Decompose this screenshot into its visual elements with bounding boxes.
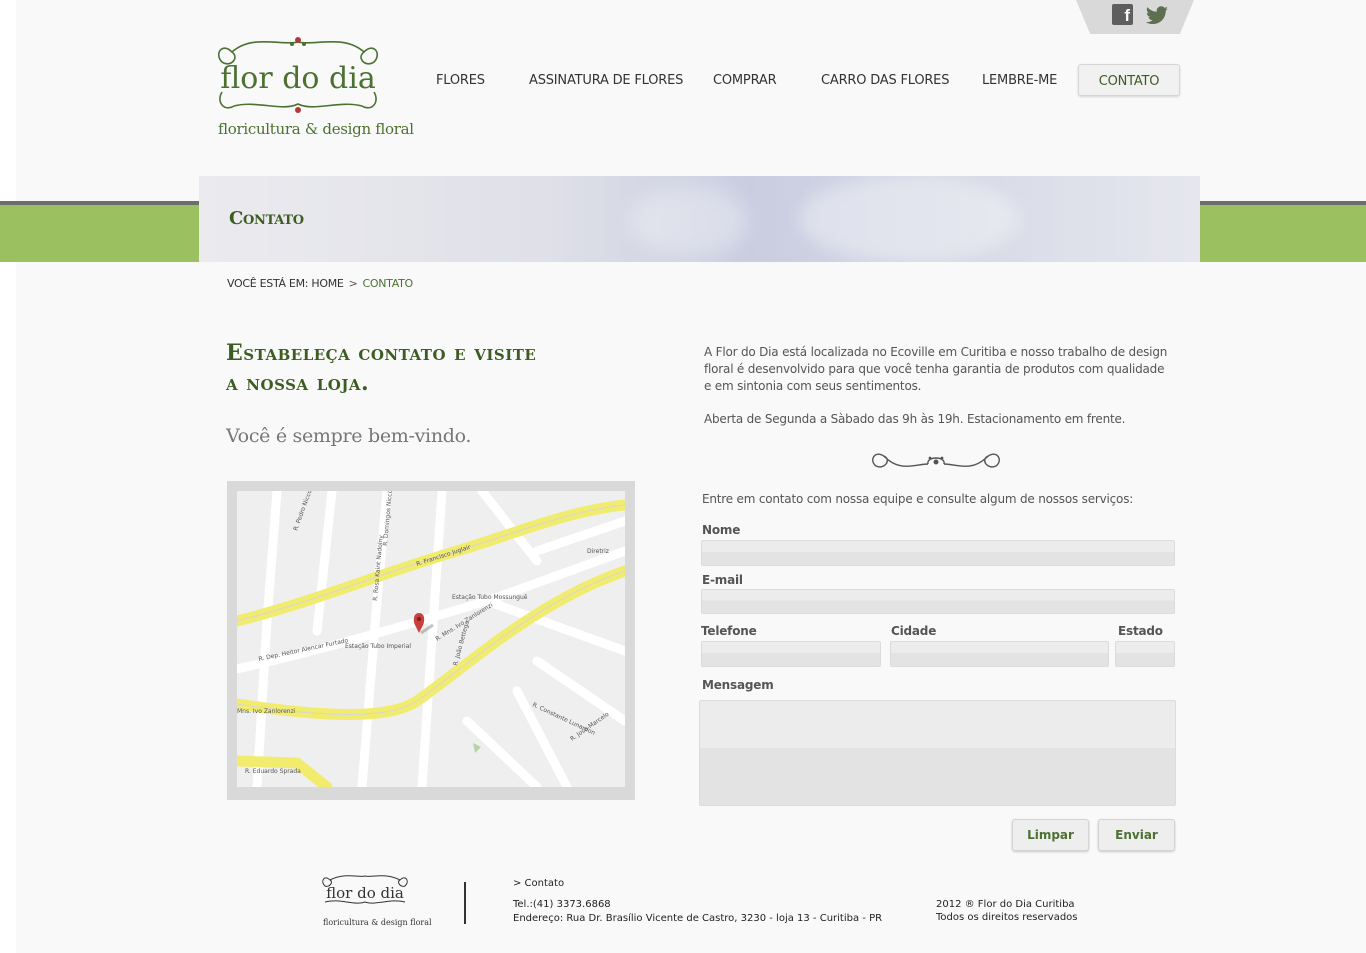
mensagem-label: Mensagem [702,678,774,692]
cidade-field[interactable] [890,641,1109,667]
welcome-text: Você é sempre bem-vindo. [226,425,472,447]
nav-item-comprar[interactable]: COMPRAR [713,64,777,96]
store-map[interactable]: R. Pedro Nicco R. Domingos Nicco R. Rosa… [237,491,625,787]
estado-field[interactable] [1115,641,1175,667]
clear-button[interactable]: Limpar [1012,819,1089,851]
breadcrumb-prefix: VOCÊ ESTÁ EM: [227,277,309,290]
twitter-icon[interactable] [1145,6,1169,24]
form-intro: Entre em contato com nossa equipe e cons… [702,492,1134,506]
page-background [16,0,1366,953]
footer-copyright: 2012 ® Flor do Dia Curitiba Todos os dir… [936,898,1078,924]
page-title: Contato [229,208,304,229]
nav-item-lembre[interactable]: LEMBRE-ME [982,64,1057,96]
breadcrumb-separator: > [348,277,358,290]
breadcrumb-home[interactable]: HOME [311,277,343,290]
breadcrumb-current: CONTATO [362,277,413,290]
nav-item-carro[interactable]: CARRO DAS FLORES [821,64,949,96]
store-hours: Aberta de Segunda a Sàbado das 9h às 19h… [704,412,1126,426]
copyright-line: 2012 ® Flor do Dia Curitiba [936,899,1075,910]
mensagem-field[interactable] [699,700,1176,806]
ornament-divider [872,453,1000,468]
map-street-label: Diretriz [587,548,609,555]
estado-label: Estado [1118,624,1163,638]
facebook-icon[interactable]: f [1112,4,1133,25]
email-label: E-mail [702,573,743,587]
footer-logo-wordmark: flor do dia [326,884,404,902]
telefone-field[interactable] [701,641,881,667]
rights-line: Todos os direitos reservados [936,912,1078,923]
send-button[interactable]: Enviar [1098,819,1175,851]
email-field[interactable] [701,589,1175,614]
nome-label: Nome [702,523,741,537]
footer-address: Endereço: Rua Dr. Brasílio Vicente de Ca… [513,913,883,924]
nav-item-flores[interactable]: FLORES [436,64,485,96]
footer-divider [464,882,466,924]
contact-headline: Estabeleça contato e visite a nossa loja… [226,340,537,396]
social-tab [1076,0,1194,34]
nav-item-contato[interactable]: CONTATO [1078,64,1180,96]
map-canvas[interactable]: R. Pedro Nicco R. Domingos Nicco R. Rosa… [237,491,625,787]
footer-logo[interactable]: flor do dia [320,872,410,912]
main-nav: FLORES ASSINATURA DE FLORES COMPRAR CARR… [0,64,1366,100]
footer-tagline: floricultura & design floral [323,918,432,927]
page-banner [199,176,1200,262]
breadcrumb: VOCÊ ESTÁ EM: HOME > CONTATO [227,277,413,290]
cidade-label: Cidade [891,624,937,638]
nome-field[interactable] [701,540,1175,566]
map-street-label: Estação Tubo Mossunguê [452,594,528,601]
telefone-label: Telefone [701,624,757,638]
nav-item-assinatura[interactable]: ASSINATURA DE FLORES [529,64,683,96]
footer-nav-contato[interactable]: > Contato [513,878,564,889]
map-street-label: Mns. Ivo Zanlorenzi [237,708,296,715]
store-intro: A Flor do Dia está localizada no Ecovill… [704,345,1168,393]
footer-phone: Tel.:(41) 3373.6868 [513,899,611,910]
brand-tagline: floricultura & design floral [218,120,414,138]
map-street-label: Estação Tubo Imperial [345,643,411,650]
map-street-label: R. Eduardo Sprada [245,768,301,775]
